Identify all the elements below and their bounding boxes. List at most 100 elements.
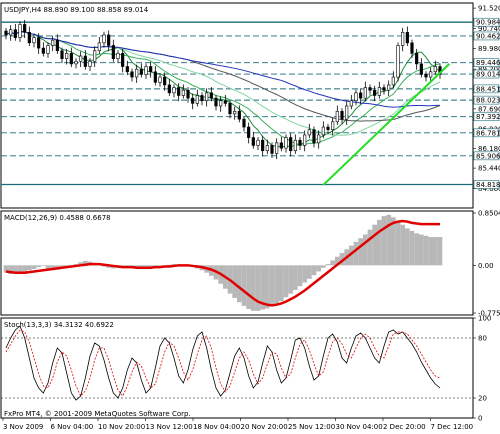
- candle-body: [289, 137, 293, 152]
- candle-body: [242, 118, 246, 128]
- watermark: FxPro MT4, © 2001-2009 MetaQuotes Softwa…: [4, 410, 191, 418]
- candle-body: [111, 45, 115, 59]
- stoch-tick-label: 0: [478, 415, 482, 423]
- macd-histogram-bar: [409, 230, 415, 266]
- stoch-panel: 100 80 20 0 Stoch(13,3,3) 34.3132 40.6922 F…: [0, 315, 491, 423]
- price-tick-label: 91.520: [478, 5, 500, 13]
- time-tick-label: 7 Dec 12:00: [431, 423, 474, 431]
- candle-body: [382, 87, 386, 91]
- macd-histogram-bar: [283, 265, 289, 298]
- macd-histogram-bar: [363, 234, 368, 266]
- candle-body: [349, 100, 353, 107]
- candle-body: [377, 87, 381, 96]
- price-tick-label: 85.440: [478, 165, 500, 173]
- time-tick-label: 3 Nov 2009: [3, 423, 43, 431]
- candle-body: [69, 53, 73, 65]
- candle-body: [9, 29, 13, 36]
- candle-body: [345, 105, 349, 120]
- macd-histogram-bar: [400, 224, 405, 266]
- candle-body: [401, 32, 405, 46]
- candle-body: [23, 24, 27, 33]
- price-panel-title: USDJPY,H4 88.890 89.100 88.858 89.014: [4, 6, 149, 14]
- candle-body: [65, 53, 69, 59]
- candle-body: [326, 126, 330, 130]
- macd-histogram-bar: [325, 264, 331, 266]
- candle-body: [270, 145, 274, 154]
- candle-body: [214, 97, 218, 107]
- macd-histogram-bar: [279, 265, 284, 301]
- macd-histogram-bar: [269, 265, 275, 307]
- candle-body: [83, 55, 87, 67]
- price-panel: 91.52090.74089.98089.20088.42087.69086.9…: [0, 2, 500, 209]
- macd-histogram-bar: [246, 265, 251, 309]
- time-tick-label: 6 Nov 04:00: [51, 423, 94, 431]
- price-tick-label: 89.980: [478, 45, 500, 53]
- macd-histogram-bar: [241, 265, 247, 306]
- candle-body: [410, 42, 414, 54]
- candle-body: [125, 66, 129, 73]
- macd-histogram-bar: [414, 233, 419, 266]
- candle-body: [298, 139, 302, 146]
- candle-body: [293, 139, 297, 152]
- candle-body: [107, 34, 111, 46]
- candle-body: [102, 34, 106, 44]
- macd-histogram-bar: [386, 214, 391, 266]
- candle-body: [317, 134, 321, 144]
- time-tick-label: 30 Nov 04:00: [336, 423, 383, 431]
- candle-body: [205, 92, 209, 102]
- macd-histogram-bar: [353, 241, 359, 266]
- candle-body: [13, 29, 17, 38]
- price-level-label: 85.906: [476, 152, 500, 160]
- candle-body: [195, 95, 199, 104]
- macd-histogram-bar: [27, 265, 32, 271]
- candle-body: [200, 95, 204, 102]
- candle-body: [429, 71, 433, 78]
- macd-panel-title: MACD(12,26,9) 0.4588 0.6678: [4, 214, 111, 222]
- candle-body: [27, 32, 31, 44]
- candle-body: [209, 92, 213, 99]
- candle-body: [4, 30, 8, 36]
- macd-histogram-bar: [367, 229, 373, 266]
- macd-histogram-bar: [381, 216, 387, 266]
- candle-body: [373, 89, 377, 96]
- candle-body: [32, 37, 36, 44]
- candle-body: [312, 129, 316, 144]
- macd-histogram-bar: [405, 228, 410, 266]
- macd-histogram-bar: [302, 265, 307, 283]
- candle-body: [307, 129, 311, 136]
- candle-body: [93, 50, 97, 62]
- candle-body: [37, 37, 41, 49]
- candle-body: [251, 137, 255, 146]
- price-tick-label: 87.690: [478, 105, 500, 113]
- candle-body: [405, 32, 409, 44]
- candle-body: [135, 68, 139, 78]
- candle-body: [256, 139, 260, 146]
- candle-body: [433, 66, 437, 73]
- macd-histogram-bar: [293, 265, 298, 290]
- price-level-label: 89.014: [476, 71, 500, 79]
- candle-body: [144, 66, 148, 75]
- time-tick-label: 20 Nov 20:00: [241, 423, 288, 431]
- candle-body: [303, 134, 307, 146]
- candle-body: [46, 45, 50, 54]
- candle-body: [55, 39, 59, 52]
- stoch-panel-title: Stoch(13,3,3) 34.3132 40.6922: [4, 321, 114, 329]
- candle-body: [368, 87, 372, 91]
- macd-histogram-bar: [31, 265, 37, 270]
- price-level-label: 90.462: [476, 32, 500, 40]
- chart-canvas: 91.52090.74089.98089.20088.42087.69086.9…: [0, 2, 500, 431]
- macd-histogram-bar: [330, 260, 335, 266]
- time-tick-label: 2 Dec 20:00: [383, 423, 426, 431]
- candle-body: [139, 68, 143, 75]
- candle-body: [163, 76, 167, 86]
- candle-body: [354, 92, 358, 102]
- macd-histogram-bar: [237, 265, 242, 303]
- macd-histogram-bar: [437, 237, 443, 266]
- candle-body: [167, 84, 171, 94]
- candle-body: [396, 45, 400, 78]
- macd-histogram-bar: [419, 234, 424, 266]
- candle-body: [88, 60, 92, 67]
- candle-body: [237, 110, 241, 120]
- candle-body: [228, 103, 232, 115]
- macd-histogram-bar: [321, 265, 326, 268]
